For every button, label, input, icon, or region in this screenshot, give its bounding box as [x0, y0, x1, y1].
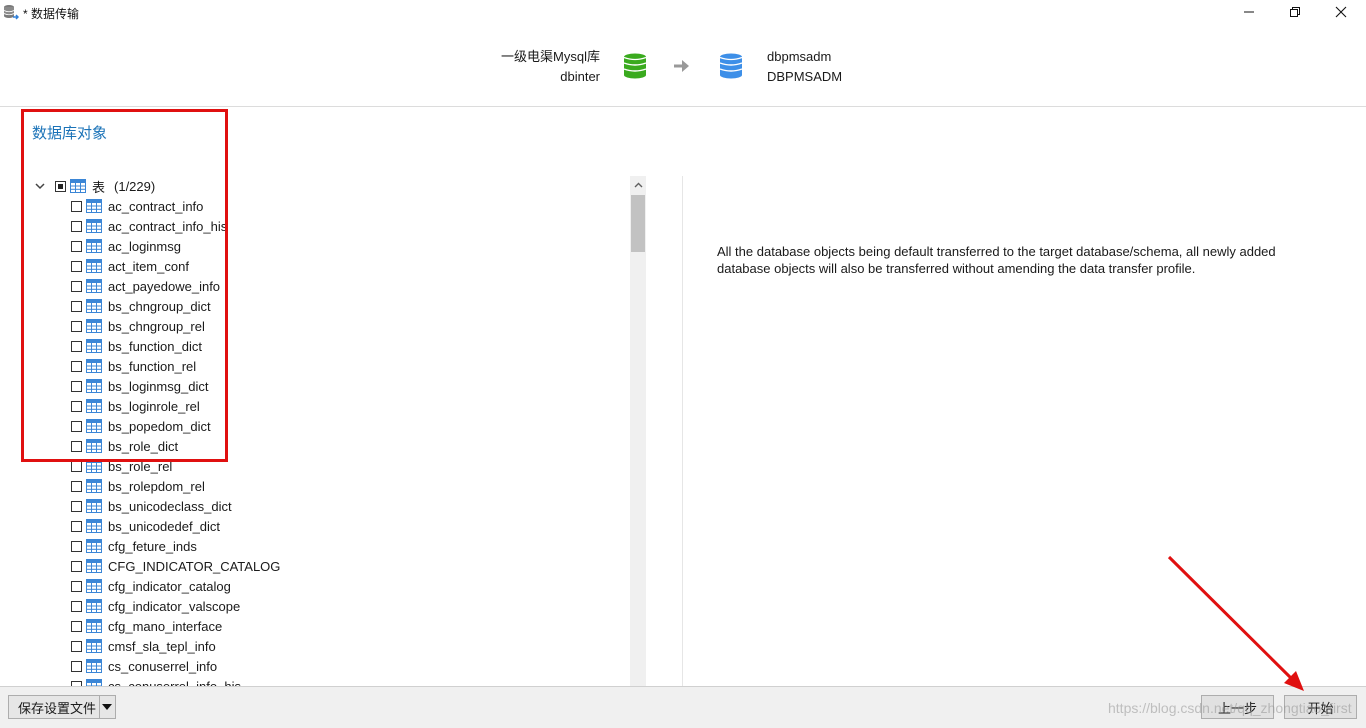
- table-name: bs_unicodedef_dict: [108, 518, 221, 534]
- table-checkbox[interactable]: [71, 620, 82, 632]
- table-icon: [86, 519, 102, 533]
- table-icon: [86, 499, 102, 513]
- restore-icon: [1290, 7, 1300, 17]
- table-row[interactable]: cfg_feture_inds: [71, 536, 197, 556]
- table-name: bs_rolepdom_rel: [108, 478, 205, 494]
- table-icon: [86, 599, 102, 613]
- table-checkbox[interactable]: [71, 560, 82, 572]
- table-name: cmsf_sla_tepl_info: [108, 638, 216, 654]
- table-name: cs_conuserrel_info: [108, 658, 218, 674]
- target-connection-name: dbpmsadm: [767, 49, 832, 64]
- table-row[interactable]: cfg_indicator_valscope: [71, 596, 240, 616]
- table-row[interactable]: cs_conuserrel_info: [71, 656, 217, 676]
- table-checkbox[interactable]: [71, 640, 82, 652]
- table-checkbox[interactable]: [71, 460, 82, 472]
- panel-divider: [682, 176, 683, 686]
- table-icon: [86, 479, 102, 493]
- data-transfer-app-icon: [3, 5, 19, 20]
- target-info: dbpmsadm DBPMSADM: [767, 47, 842, 87]
- transfer-header: 一级电渠Mysql库 dbinter dbpmsadm DBPMSADM: [0, 26, 1366, 107]
- chevron-up-icon: [634, 182, 642, 187]
- table-name: cfg_feture_inds: [108, 538, 197, 554]
- save-profile-dropdown[interactable]: [98, 696, 115, 718]
- scroll-thumb[interactable]: [631, 195, 645, 252]
- dropdown-arrow-icon: [102, 704, 113, 710]
- table-name: bs_unicodeclass_dict: [108, 498, 232, 514]
- restore-button[interactable]: [1272, 0, 1318, 24]
- table-row[interactable]: cs_conuserrel_info_his: [71, 676, 241, 686]
- table-row[interactable]: cfg_indicator_catalog: [71, 576, 231, 596]
- scroll-up-button[interactable]: [630, 176, 646, 193]
- table-name: cfg_indicator_catalog: [108, 578, 231, 594]
- source-info: 一级电渠Mysql库 dbinter: [501, 47, 600, 87]
- table-icon: [86, 539, 102, 553]
- target-database-name: DBPMSADM: [767, 69, 843, 84]
- table-row[interactable]: bs_rolepdom_rel: [71, 476, 205, 496]
- transfer-arrow-icon: [674, 60, 689, 72]
- table-row[interactable]: bs_unicodedef_dict: [71, 516, 220, 536]
- table-checkbox[interactable]: [71, 500, 82, 512]
- table-row[interactable]: cfg_mano_interface: [71, 616, 222, 636]
- watermark-text: https://blog.csdn.net/qq_zhongtiao_first: [1108, 700, 1352, 716]
- table-name: CFG_INDICATOR_CATALOG: [108, 558, 281, 574]
- table-row[interactable]: bs_unicodeclass_dict: [71, 496, 232, 516]
- table-icon: [86, 659, 102, 673]
- table-icon: [86, 619, 102, 633]
- table-checkbox[interactable]: [71, 480, 82, 492]
- save-profile-label: 保存设置文件: [18, 700, 97, 716]
- source-connection-name: 一级电渠Mysql库: [501, 49, 600, 64]
- minimize-button[interactable]: [1226, 0, 1272, 24]
- annotation-highlight-box: [21, 109, 228, 462]
- table-name: cfg_indicator_valscope: [108, 598, 241, 614]
- table-row[interactable]: CFG_INDICATOR_CATALOG: [71, 556, 280, 576]
- table-name: cs_conuserrel_info_his: [108, 678, 241, 687]
- tree-scrollbar[interactable]: [630, 176, 646, 686]
- table-checkbox[interactable]: [71, 520, 82, 532]
- target-database-icon: [719, 53, 743, 79]
- title-bar: * 数据传输: [0, 0, 1366, 26]
- table-checkbox[interactable]: [71, 580, 82, 592]
- close-button[interactable]: [1318, 0, 1364, 24]
- table-checkbox[interactable]: [71, 660, 82, 672]
- window-title: * 数据传输: [23, 7, 80, 21]
- table-icon: [86, 639, 102, 653]
- table-checkbox[interactable]: [71, 540, 82, 552]
- minimize-icon: [1244, 11, 1254, 13]
- table-name: cfg_mano_interface: [108, 618, 223, 634]
- table-icon: [86, 579, 102, 593]
- table-checkbox[interactable]: [71, 600, 82, 612]
- table-icon: [86, 559, 102, 573]
- source-database-icon: [623, 53, 647, 79]
- source-database-name: dbinter: [560, 69, 600, 84]
- table-row[interactable]: cmsf_sla_tepl_info: [71, 636, 216, 656]
- save-profile-button[interactable]: 保存设置文件: [8, 695, 116, 719]
- transfer-description: All the database objects being default t…: [717, 244, 1276, 276]
- close-icon: [1335, 6, 1347, 18]
- table-icon: [86, 679, 102, 686]
